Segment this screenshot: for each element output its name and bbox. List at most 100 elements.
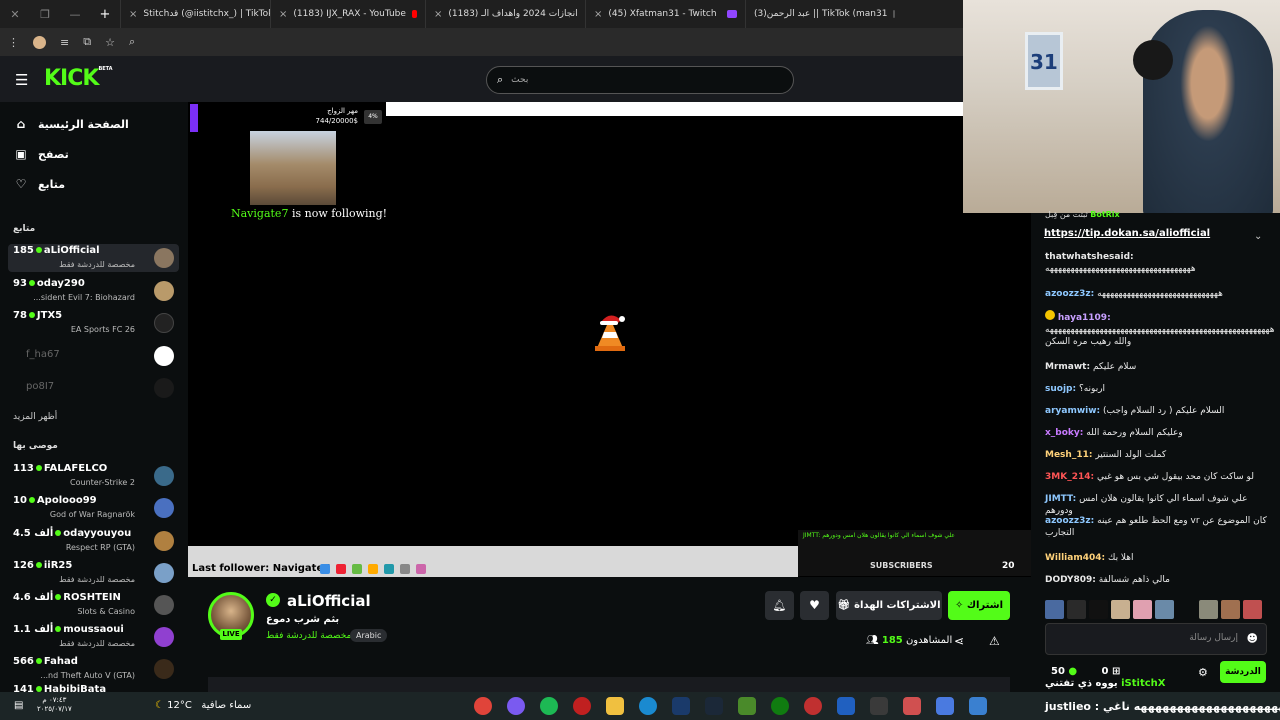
following-section-title: متابع (13, 224, 36, 234)
app-icon[interactable] (672, 697, 690, 715)
browser-tab[interactable]: (3)عبد الرحمن || TikTok (man31 (745, 0, 903, 28)
browser-tab[interactable]: × (45) Xfatman31 - Twitch (585, 0, 745, 28)
sidebar-channel-aLiOfficial[interactable]: 185 aLiOfficial مخصصة للدردشة فقط (8, 244, 179, 272)
app-icon[interactable] (936, 697, 954, 715)
avatar[interactable] (1089, 600, 1108, 619)
follow-heart-button[interactable]: ♥ (800, 591, 829, 620)
sidebar-channel-HabibiBata[interactable]: 141 HabibiBata (8, 683, 179, 692)
show-more-link[interactable]: أظهر المزيد (13, 412, 57, 422)
subscribe-button[interactable]: ✧ اشتراك (948, 591, 1010, 620)
chat-username[interactable]: Mrmawt: (1045, 362, 1090, 372)
bookmark-star-icon[interactable]: ☆ (105, 36, 115, 49)
window-minimize-icon[interactable]: — (60, 8, 90, 21)
reading-list-icon[interactable]: ≡ (60, 36, 69, 49)
app-icon[interactable] (837, 697, 855, 715)
browser-tab[interactable]: × (1183) انجازات 2024 واهداف الـ (425, 0, 585, 28)
sidebar-channel-oday290[interactable]: 93 oday290 ...sident Evil 7: Biohazard (8, 277, 179, 305)
avatar[interactable] (1221, 600, 1240, 619)
ticker-user[interactable]: iStitchX (1121, 678, 1165, 689)
sidebar-channel-f_ha67[interactable]: f_ha67 (8, 342, 179, 370)
avatar[interactable] (1155, 600, 1174, 619)
minecraft-icon[interactable] (738, 697, 756, 715)
app-icon[interactable] (804, 697, 822, 715)
chat-text: مالي ذاهم شسالفة (1098, 575, 1170, 585)
chat-username[interactable]: suojp: (1045, 384, 1076, 394)
tab-close-icon[interactable]: × (129, 9, 137, 20)
xbox-icon[interactable] (771, 697, 789, 715)
window-maximize-icon[interactable]: ❐ (30, 8, 60, 21)
sidebar-item-home[interactable]: ⌂ الصفحة الرئيسية (14, 117, 129, 131)
gift-subs-button[interactable]: 🎁︎ الاشتراكات الهداة (836, 591, 942, 620)
extensions-icon[interactable]: ⧉ (83, 35, 91, 49)
taskbar-clock[interactable]: ٠٧:٤٣ م ٢٠٢٥/٠٧/١٧ (37, 696, 72, 714)
sidebar-channel-moussaoui[interactable]: 1.1 ألف moussaoui مخصصة للدردشة فقط (8, 623, 179, 651)
chat-username[interactable]: Mesh_11: (1045, 450, 1092, 460)
sidebar-channel-FALAFELCO[interactable]: 113 FALAFELCO Counter-Strike 2 (8, 462, 179, 490)
chat-message-input[interactable]: إرسال رسالة ☻ (1045, 623, 1267, 655)
search-input[interactable]: ⌕ بحث (486, 66, 794, 94)
avatar[interactable] (1111, 600, 1130, 619)
window-close-icon[interactable]: ✕ (0, 8, 30, 21)
avatar[interactable] (1067, 600, 1086, 619)
chat-settings-gear-icon[interactable]: ⚙ (1198, 666, 1208, 679)
avatar[interactable] (1133, 600, 1152, 619)
stream-category[interactable]: مخصصة للدردشة فقط (266, 631, 351, 641)
chat-username[interactable]: DODY809: (1045, 575, 1096, 585)
tab-close-icon[interactable]: × (434, 9, 442, 20)
chat-username[interactable]: x_boky: (1045, 428, 1083, 438)
file-explorer-icon[interactable] (606, 697, 624, 715)
avatar[interactable] (1045, 600, 1064, 619)
edge-icon[interactable] (639, 697, 657, 715)
avatar[interactable] (1243, 600, 1262, 619)
chat-username[interactable]: JIMTT: (1045, 494, 1076, 504)
chat-username[interactable]: azoozz3z: (1045, 289, 1094, 299)
tab-close-icon[interactable]: × (594, 9, 602, 20)
app-icon[interactable] (507, 697, 525, 715)
sidebar-item-browse[interactable]: ▣ تصفح (14, 147, 69, 161)
share-icon[interactable]: ⋖ (954, 634, 964, 648)
tab-close-icon[interactable]: × (279, 9, 287, 20)
notifications-icon[interactable]: ▤ (14, 700, 23, 711)
chat-username[interactable]: haya1109: (1058, 313, 1111, 323)
hamburger-menu-icon[interactable]: ☰ (15, 71, 28, 89)
report-warning-icon[interactable]: ⚠ (989, 634, 1000, 648)
sidebar-channel-odayyouyou[interactable]: 4.5 ألف odayyouyou Respect RP (GTA) (8, 527, 179, 555)
sidebar-channel-po8I7[interactable]: po8I7 (8, 374, 179, 402)
sidebar-channel-Apolooo99[interactable]: 10 Apolooo99 God of War Ragnarök (8, 494, 179, 522)
emoji-icon[interactable]: ☻ (1247, 632, 1258, 645)
sidebar-channel-iiR25[interactable]: 126 iiR25 مخصصة للدردشة فقط (8, 559, 179, 587)
chrome-icon[interactable] (474, 697, 492, 715)
chat-username[interactable]: 3MK_214: (1045, 472, 1094, 482)
chat-username[interactable]: thatwhatshesaid: (1045, 252, 1134, 262)
notification-bell-button[interactable]: 🔔︎ (765, 591, 794, 620)
taskbar-weather[interactable]: ☾ 12°C سماء صافية (155, 700, 251, 711)
chat-send-button[interactable]: الدردشة (1220, 661, 1266, 683)
language-tag[interactable]: Arabic (350, 629, 388, 642)
app-icon[interactable] (969, 697, 987, 715)
profile-avatar[interactable] (33, 35, 46, 49)
avatar[interactable] (1199, 600, 1218, 619)
browser-tab[interactable]: × Stitchقد (@iistitchx_) | TikTok (120, 0, 270, 28)
menu-dots-icon[interactable]: ⋮ (8, 36, 19, 49)
zoom-icon[interactable]: ⌕ (129, 35, 135, 49)
new-tab-button[interactable]: + (90, 7, 120, 22)
streamer-name[interactable]: aLiOfficial (287, 592, 371, 610)
kick-logo[interactable]: KICKBETA (44, 66, 113, 91)
chat-username[interactable]: aryamwiw: (1045, 406, 1100, 416)
chevron-down-icon[interactable]: ⌄ (1254, 231, 1262, 242)
avatar[interactable] (1177, 600, 1196, 619)
obs-icon[interactable] (573, 697, 591, 715)
chat-username[interactable]: azoozz3z: (1045, 516, 1094, 526)
steam-icon[interactable] (705, 697, 723, 715)
app-icon[interactable] (870, 697, 888, 715)
app-icon[interactable] (903, 697, 921, 715)
sidebar-channel-JTX5[interactable]: 78 JTX5 EA Sports FC 26 (8, 309, 179, 337)
browser-tab[interactable]: × (1183) IJX_RAX - YouTube (270, 0, 425, 28)
spotify-icon[interactable] (540, 697, 558, 715)
chat-points[interactable]: 50 ● 0 ⊞ (1051, 666, 1120, 677)
pinned-link[interactable]: https://tip.dokan.sa/aliofficial (1044, 228, 1210, 239)
sidebar-item-following[interactable]: ♡ متابع (14, 177, 65, 191)
sidebar-channel-ROSHTEIN[interactable]: 4.6 ألف ROSHTEIN Slots & Casino (8, 591, 179, 619)
chat-username[interactable]: William404: (1045, 553, 1105, 563)
sidebar-channel-Fahad[interactable]: 566 Fahad ...nd Theft Auto V (GTA) (8, 655, 179, 683)
